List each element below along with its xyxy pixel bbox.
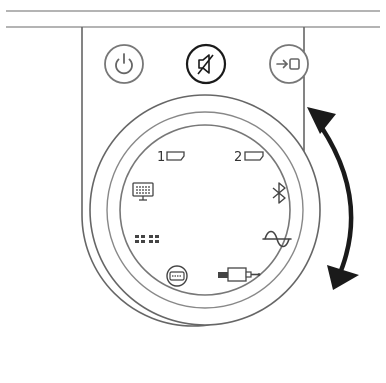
power-button[interactable] bbox=[104, 44, 144, 84]
remote-control-diagram: 1 2 bbox=[0, 0, 386, 379]
source-2-label: 2 bbox=[234, 150, 242, 165]
mute-button[interactable] bbox=[185, 43, 227, 85]
source-optical[interactable] bbox=[166, 265, 188, 287]
top-edge bbox=[6, 10, 380, 28]
source-1-label: 1 bbox=[157, 150, 165, 165]
source-dial[interactable] bbox=[89, 94, 321, 326]
optical-input-icon bbox=[166, 265, 188, 287]
input-button[interactable] bbox=[269, 44, 309, 84]
